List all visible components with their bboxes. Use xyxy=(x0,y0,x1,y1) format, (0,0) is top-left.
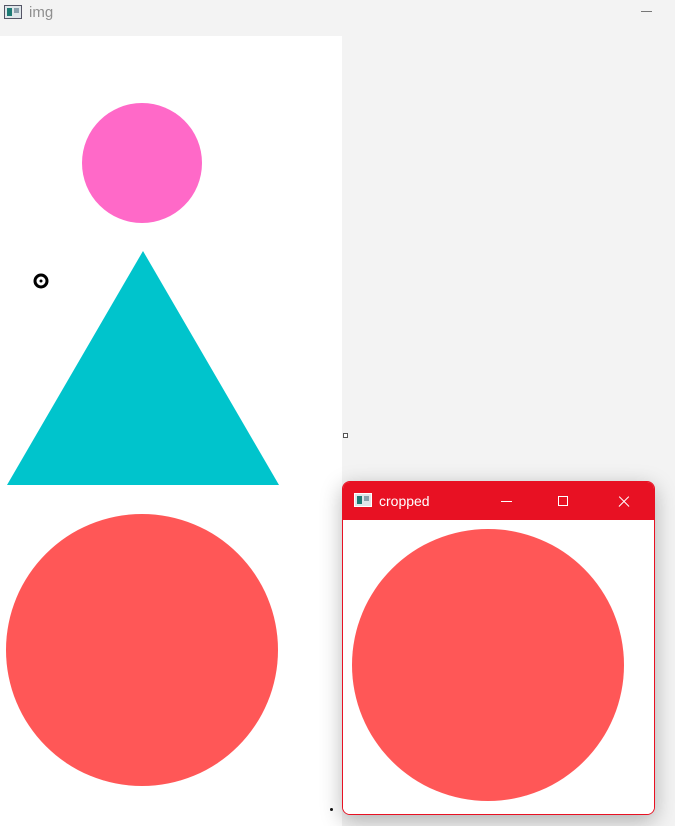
app-window-icon xyxy=(4,5,22,19)
cropped-window-title: cropped xyxy=(379,493,430,509)
teal-triangle xyxy=(7,251,279,485)
maximize-icon[interactable] xyxy=(541,482,587,520)
minimize-icon[interactable] xyxy=(484,482,530,520)
close-icon[interactable] xyxy=(601,482,647,520)
cropped-red-circle xyxy=(352,529,624,801)
image-canvas[interactable] xyxy=(0,36,342,826)
shapes-image xyxy=(6,103,279,786)
crosshair-cursor-icon xyxy=(33,273,49,289)
cropped-image xyxy=(352,529,624,801)
main-window-titlebar[interactable]: img xyxy=(0,0,675,30)
cropped-window-titlebar[interactable]: cropped xyxy=(343,482,654,520)
pink-circle xyxy=(82,103,202,223)
resize-handle[interactable] xyxy=(343,433,348,438)
dot xyxy=(330,808,333,811)
cropped-image-area xyxy=(343,520,654,814)
red-circle xyxy=(6,514,278,786)
main-window-title: img xyxy=(29,4,54,21)
minimize-icon[interactable] xyxy=(636,4,658,20)
app-window-icon xyxy=(354,493,372,507)
cropped-window: cropped xyxy=(342,481,655,815)
